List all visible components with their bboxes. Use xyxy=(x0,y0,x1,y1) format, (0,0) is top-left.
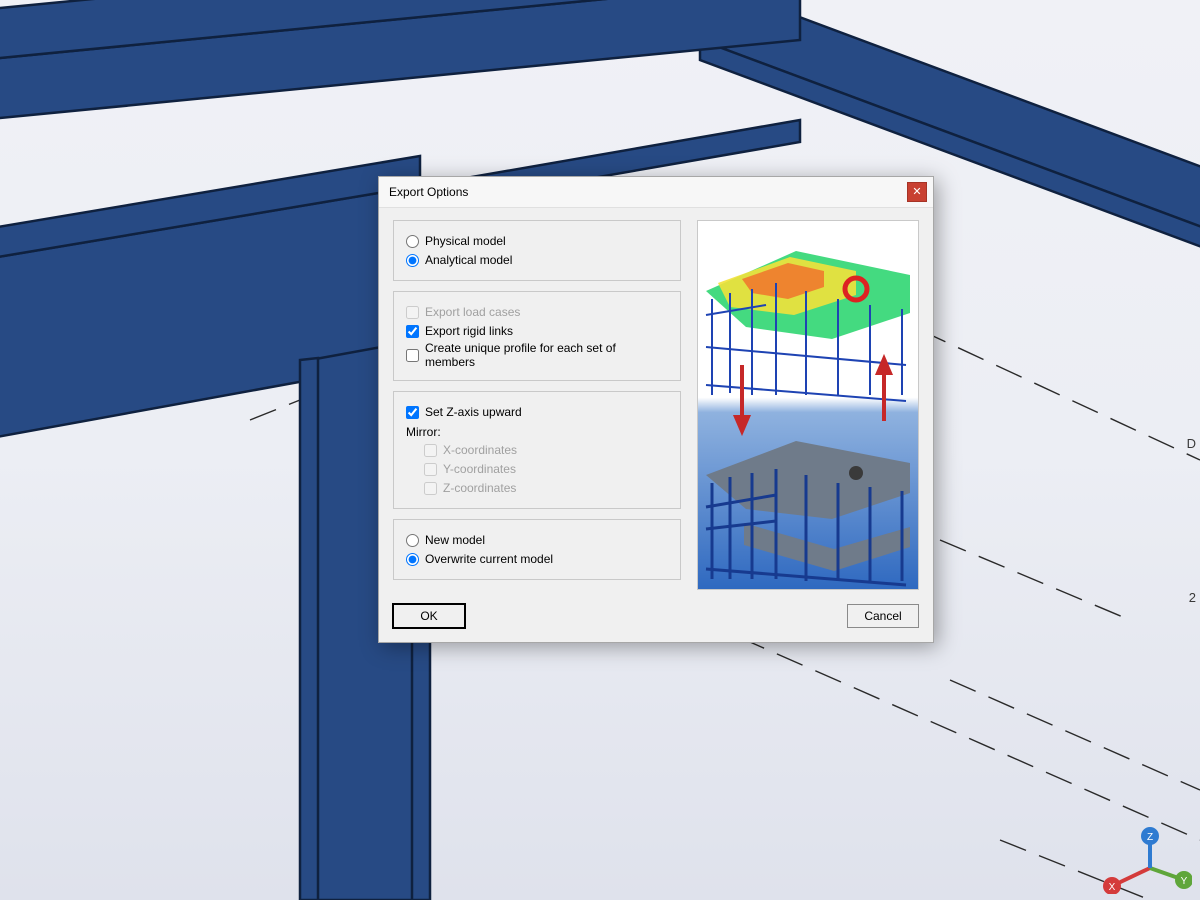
radio-overwrite-model[interactable] xyxy=(406,553,419,566)
label-z-axis-upward[interactable]: Set Z-axis upward xyxy=(425,405,522,419)
axis-gizmo[interactable]: X Y Z xyxy=(1072,824,1192,894)
label-mirror-y: Y-coordinates xyxy=(443,462,516,476)
preview-image xyxy=(697,220,919,590)
svg-text:X: X xyxy=(1109,882,1116,893)
cancel-button[interactable]: Cancel xyxy=(847,604,919,628)
radio-physical-model[interactable] xyxy=(406,235,419,248)
close-icon: ✕ xyxy=(912,187,921,198)
label-export-rigid-links[interactable]: Export rigid links xyxy=(425,324,513,338)
checkbox-z-axis-upward[interactable] xyxy=(406,406,419,419)
checkbox-export-rigid-links[interactable] xyxy=(406,325,419,338)
checkbox-mirror-z xyxy=(424,482,437,495)
checkbox-mirror-x xyxy=(424,444,437,457)
checkbox-unique-profile[interactable] xyxy=(406,349,419,362)
label-mirror: Mirror: xyxy=(406,425,668,439)
viewport-label-2: 2 xyxy=(1189,590,1196,605)
label-physical-model[interactable]: Physical model xyxy=(425,234,506,248)
label-new-model[interactable]: New model xyxy=(425,533,485,547)
label-mirror-x: X-coordinates xyxy=(443,443,517,457)
label-analytical-model[interactable]: Analytical model xyxy=(425,253,512,267)
label-mirror-z: Z-coordinates xyxy=(443,481,516,495)
ok-button[interactable]: OK xyxy=(393,604,465,628)
dialog-title: Export Options xyxy=(389,185,907,199)
group-axis: Set Z-axis upward Mirror: X-coordinates … xyxy=(393,391,681,509)
dialog-titlebar[interactable]: Export Options ✕ xyxy=(379,177,933,208)
label-overwrite-model[interactable]: Overwrite current model xyxy=(425,552,553,566)
group-export-flags: Export load cases Export rigid links Cre… xyxy=(393,291,681,381)
svg-text:Z: Z xyxy=(1147,832,1153,843)
group-target: New model Overwrite current model xyxy=(393,519,681,580)
checkbox-mirror-y xyxy=(424,463,437,476)
export-options-dialog: Export Options ✕ Physical model Analytic… xyxy=(378,176,934,643)
label-unique-profile[interactable]: Create unique profile for each set of me… xyxy=(425,341,668,369)
radio-new-model[interactable] xyxy=(406,534,419,547)
svg-text:Y: Y xyxy=(1181,876,1188,887)
radio-analytical-model[interactable] xyxy=(406,254,419,267)
label-export-load-cases: Export load cases xyxy=(425,305,520,319)
viewport-label-d: D xyxy=(1187,436,1196,451)
checkbox-export-load-cases xyxy=(406,306,419,319)
close-button[interactable]: ✕ xyxy=(907,182,927,202)
group-model-type: Physical model Analytical model xyxy=(393,220,681,281)
